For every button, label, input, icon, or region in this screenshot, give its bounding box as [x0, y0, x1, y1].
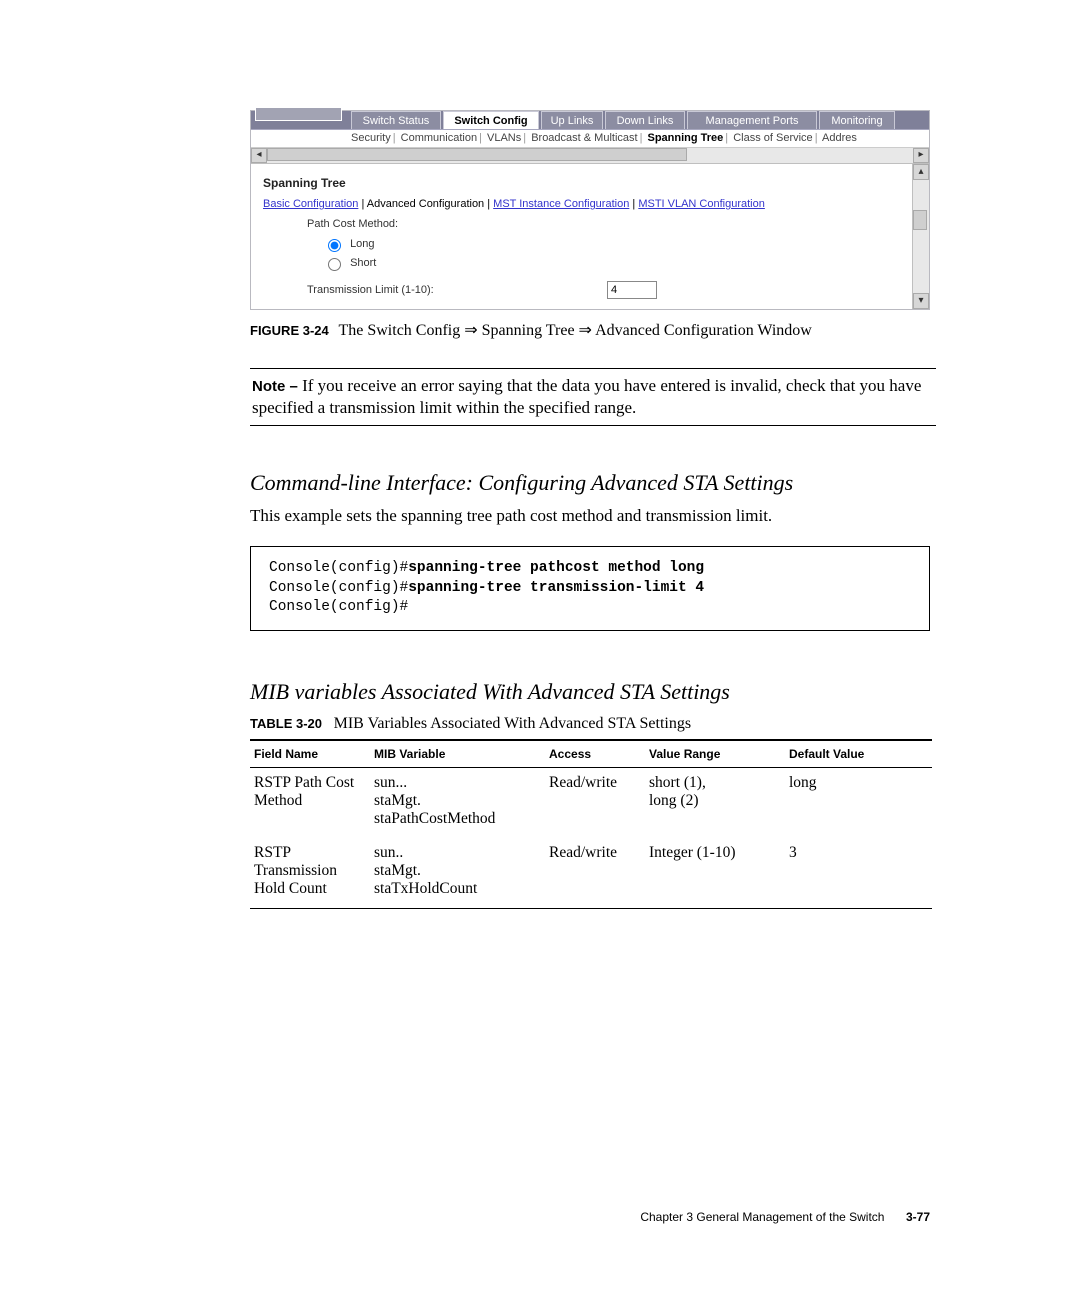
tab-monitoring[interactable]: Monitoring: [819, 111, 895, 129]
note-text: If you receive an error saying that the …: [252, 376, 921, 417]
cli-prompt-3: Console(config)#: [269, 599, 408, 615]
cell-range: Integer (1-10): [645, 838, 785, 909]
subtab-broadcast[interactable]: Broadcast & Multicast: [531, 132, 637, 144]
cli-command-2: spanning-tree transmission-limit 4: [408, 580, 704, 596]
scroll-right-icon[interactable]: ▸: [913, 148, 929, 163]
hscroll-thumb[interactable]: [267, 148, 687, 161]
logo-placeholder: [255, 107, 342, 121]
scroll-left-icon[interactable]: ◂: [251, 148, 267, 163]
cell-range: short (1), long (2): [645, 767, 785, 838]
cell-default: 3: [785, 838, 932, 909]
path-cost-label: Path Cost Method:: [307, 218, 902, 230]
tab-switch-status[interactable]: Switch Status: [351, 111, 441, 129]
note-block: Note – If you receive an error saying th…: [250, 368, 936, 426]
footer-page-number: 3-77: [906, 1210, 930, 1224]
scroll-down-icon[interactable]: ▾: [913, 293, 929, 309]
tab-management-ports[interactable]: Management Ports: [687, 111, 817, 129]
link-msti-vlan-config[interactable]: MSTI VLAN Configuration: [638, 198, 765, 210]
table-row: RSTP Transmission Hold Count sun.. staMg…: [250, 838, 932, 909]
note-lead: Note –: [252, 378, 298, 395]
radio-long[interactable]: [328, 239, 341, 252]
tab-up-links[interactable]: Up Links: [541, 111, 603, 129]
radio-long-label[interactable]: Long: [323, 236, 902, 252]
sub-tab-bar: Security| Communication| VLANs| Broadcas…: [251, 130, 929, 148]
transmission-limit-input[interactable]: [607, 281, 657, 299]
cli-command-1: spanning-tree pathcost method long: [408, 560, 704, 576]
hscroll-track[interactable]: [267, 148, 913, 163]
scroll-up-icon[interactable]: ▴: [913, 164, 929, 180]
figure-caption-text: The Switch Config ⇒ Spanning Tree ⇒ Adva…: [338, 322, 811, 339]
vscroll-track[interactable]: [913, 180, 929, 293]
subtab-communication[interactable]: Communication: [401, 132, 477, 144]
figure-caption: FIGURE 3-24 The Switch Config ⇒ Spanning…: [250, 320, 930, 340]
horizontal-scrollbar[interactable]: ◂ ▸: [251, 148, 929, 164]
th-field-name: Field Name: [250, 740, 370, 768]
subtab-security[interactable]: Security: [351, 132, 391, 144]
path-cost-radios: Long Short: [323, 236, 902, 271]
radio-short-label[interactable]: Short: [323, 255, 902, 271]
cli-code-block: Console(config)#spanning-tree pathcost m…: [250, 546, 930, 631]
tab-down-links[interactable]: Down Links: [605, 111, 685, 129]
transmission-limit-label: Transmission Limit (1-10):: [307, 284, 607, 296]
radio-short-text: Short: [350, 257, 376, 269]
cli-heading: Command-line Interface: Configuring Adva…: [250, 470, 930, 496]
cell-field: RSTP Transmission Hold Count: [250, 838, 370, 909]
subtab-addressing-truncated[interactable]: Addres: [822, 132, 857, 144]
figure-screenshot: Switch Status Switch Config Up Links Dow…: [250, 110, 930, 310]
main-tab-bar: Switch Status Switch Config Up Links Dow…: [251, 111, 929, 130]
subtab-spanning-tree[interactable]: Spanning Tree: [647, 132, 723, 144]
table-title: MIB Variables Associated With Advanced S…: [334, 715, 691, 732]
cell-var: sun... staMgt. staPathCostMethod: [370, 767, 545, 838]
table-header-row: Field Name MIB Variable Access Value Ran…: [250, 740, 932, 768]
mib-heading: MIB variables Associated With Advanced S…: [250, 679, 930, 705]
cell-default: long: [785, 767, 932, 838]
subtab-cos[interactable]: Class of Service: [733, 132, 812, 144]
mib-table: Field Name MIB Variable Access Value Ran…: [250, 739, 932, 909]
cli-intro: This example sets the spanning tree path…: [250, 506, 930, 526]
cell-var: sun.. staMgt. staTxHoldCount: [370, 838, 545, 909]
th-value-range: Value Range: [645, 740, 785, 768]
tab-switch-config[interactable]: Switch Config: [443, 111, 539, 129]
table-caption: TABLE 3-20 MIB Variables Associated With…: [250, 715, 930, 733]
table-row: RSTP Path Cost Method sun... staMgt. sta…: [250, 767, 932, 838]
vscroll-thumb[interactable]: [913, 210, 927, 230]
radio-short[interactable]: [328, 258, 341, 271]
config-links: Basic Configuration | Advanced Configura…: [263, 198, 902, 210]
table-label: TABLE 3-20: [250, 716, 322, 731]
page-footer: Chapter 3 General Management of the Swit…: [640, 1210, 930, 1226]
panel-title: Spanning Tree: [263, 176, 902, 190]
vertical-scrollbar[interactable]: ▴ ▾: [912, 164, 929, 309]
cell-access: Read/write: [545, 838, 645, 909]
link-basic-config[interactable]: Basic Configuration: [263, 198, 358, 210]
th-access: Access: [545, 740, 645, 768]
radio-long-text: Long: [350, 238, 374, 250]
footer-chapter: Chapter 3 General Management of the Swit…: [640, 1210, 884, 1224]
page: Switch Status Switch Config Up Links Dow…: [0, 0, 1080, 1296]
th-mib-variable: MIB Variable: [370, 740, 545, 768]
switch-config-window: Switch Status Switch Config Up Links Dow…: [250, 110, 930, 310]
th-default-value: Default Value: [785, 740, 932, 768]
link-advanced-config[interactable]: Advanced Configuration: [367, 198, 484, 210]
cli-prompt-1: Console(config)#: [269, 560, 408, 576]
subtab-vlans[interactable]: VLANs: [487, 132, 521, 144]
figure-label: FIGURE 3-24: [250, 323, 329, 338]
cell-access: Read/write: [545, 767, 645, 838]
cell-field: RSTP Path Cost Method: [250, 767, 370, 838]
link-mst-instance-config[interactable]: MST Instance Configuration: [493, 198, 629, 210]
cli-prompt-2: Console(config)#: [269, 580, 408, 596]
panel-content: Spanning Tree Basic Configuration | Adva…: [251, 164, 912, 309]
